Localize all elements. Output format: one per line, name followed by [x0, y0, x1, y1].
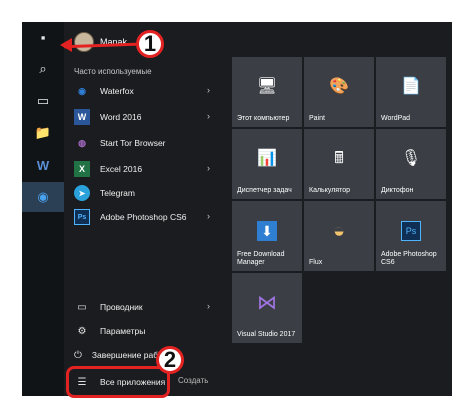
wordpad-icon: 📄: [401, 78, 421, 95]
start-menu: Manak Часто используемые ◉ Waterfox › W …: [64, 22, 452, 396]
tile-label: Диктофон: [381, 187, 414, 194]
power-icon: ⏻: [74, 349, 82, 361]
download-icon: ⬇: [257, 221, 277, 241]
chevron-right-icon[interactable]: ›: [207, 211, 210, 221]
tile-visual-studio[interactable]: ⋈ Visual Studio 2017: [232, 273, 302, 343]
power-item[interactable]: ⏻ Завершение работы: [74, 344, 166, 366]
callout-number-2: 2: [156, 346, 184, 374]
callout-number-1: 1: [136, 30, 164, 58]
word-icon: W: [74, 109, 90, 125]
most-used-heading: Часто используемые: [74, 67, 152, 76]
tile-task-manager[interactable]: 📊 Диспетчер задач: [232, 129, 302, 199]
visual-studio-icon: ⋈: [257, 292, 277, 314]
flux-icon: ◒: [332, 220, 346, 242]
paint-icon: 🎨: [329, 78, 349, 95]
photoshop-icon: Ps: [74, 209, 90, 225]
chevron-right-icon[interactable]: ›: [207, 163, 210, 173]
waterfox-icon[interactable]: ◉: [22, 182, 64, 212]
bottom-label: Завершение работы: [91, 350, 166, 360]
app-label: Waterfox: [100, 86, 134, 96]
app-item-waterfox[interactable]: ◉ Waterfox ›: [74, 80, 212, 102]
calculator-icon: 🖩: [334, 150, 344, 167]
chevron-right-icon[interactable]: ›: [207, 111, 210, 121]
excel-icon: X: [74, 161, 90, 177]
tile-label: Этот компьютер: [237, 115, 290, 122]
app-label: Adobe Photoshop CS6: [100, 212, 187, 222]
tile-voice-recorder[interactable]: 🎙 Диктофон: [376, 129, 446, 199]
app-item-tor[interactable]: ◍ Start Tor Browser: [74, 132, 212, 154]
search-icon[interactable]: ⌕: [22, 54, 64, 84]
photoshop-icon: Ps: [401, 221, 421, 241]
task-manager-icon: 📊: [257, 150, 277, 167]
all-apps-highlight: [66, 366, 170, 398]
app-item-word[interactable]: W Word 2016 ›: [74, 106, 212, 128]
avatar: [74, 32, 94, 52]
tile-label: Flux: [309, 259, 323, 266]
tile-label: Visual Studio 2017: [237, 331, 296, 338]
app-item-photoshop[interactable]: Ps Adobe Photoshop CS6 ›: [74, 206, 212, 228]
app-item-telegram[interactable]: ➤ Telegram: [74, 182, 212, 204]
microphone-icon: 🎙: [400, 150, 422, 167]
gear-icon: ⚙: [77, 325, 87, 337]
file-explorer-icon[interactable]: 📁: [22, 118, 64, 148]
tor-icon: ◍: [78, 137, 86, 148]
tile-label: Диспетчер задач: [237, 187, 292, 194]
tile-label: Free Download Manager: [237, 251, 285, 266]
telegram-icon: ➤: [74, 185, 90, 201]
tile-free-download-manager[interactable]: ⬇ Free Download Manager: [232, 201, 302, 271]
chevron-right-icon[interactable]: ›: [207, 301, 210, 311]
user-account[interactable]: Manak: [74, 32, 127, 52]
tile-photoshop[interactable]: Ps Adobe Photoshop CS6: [376, 201, 446, 271]
word-icon[interactable]: W: [22, 150, 64, 180]
computer-icon: 🖥: [256, 78, 278, 95]
tile-this-pc[interactable]: 🖥 Этот компьютер: [232, 57, 302, 127]
app-label: Telegram: [100, 188, 135, 198]
bottom-label: Проводник: [100, 302, 143, 312]
tile-calculator[interactable]: 🖩 Калькулятор: [304, 129, 374, 199]
tile-wordpad[interactable]: 📄 WordPad: [376, 57, 446, 127]
screenshot-frame: ▪ ⌕ ▭ 📁 W ◉ Manak Часто используемые ◉ W…: [22, 22, 452, 396]
app-label: Excel 2016: [100, 164, 143, 174]
tile-label: Калькулятор: [309, 187, 350, 194]
tile-flux[interactable]: ◒ Flux: [304, 201, 374, 271]
file-explorer-item[interactable]: ▭ Проводник ›: [74, 296, 212, 318]
start-rail: ▪ ⌕ ▭ 📁 W ◉: [22, 22, 64, 396]
tile-label: Adobe Photoshop CS6: [381, 251, 437, 266]
app-label: Start Tor Browser: [100, 138, 166, 148]
app-list-pane: Manak Часто используемые ◉ Waterfox › W …: [64, 22, 214, 396]
chevron-right-icon[interactable]: ›: [207, 85, 210, 95]
tile-paint[interactable]: 🎨 Paint: [304, 57, 374, 127]
app-item-excel[interactable]: X Excel 2016 ›: [74, 158, 212, 180]
tile-label: WordPad: [381, 115, 411, 122]
settings-item[interactable]: ⚙ Параметры: [74, 320, 212, 342]
app-label: Word 2016: [100, 112, 142, 122]
waterfox-icon: ◉: [78, 85, 86, 96]
folder-icon: ▭: [77, 301, 87, 313]
bottom-label: Параметры: [100, 326, 146, 336]
tile-label: Paint: [309, 115, 325, 122]
arrow-head-icon: [60, 38, 72, 52]
windows-logo-icon[interactable]: ▪: [22, 22, 64, 52]
task-view-icon[interactable]: ▭: [22, 86, 64, 116]
create-label: Создать: [178, 376, 209, 385]
